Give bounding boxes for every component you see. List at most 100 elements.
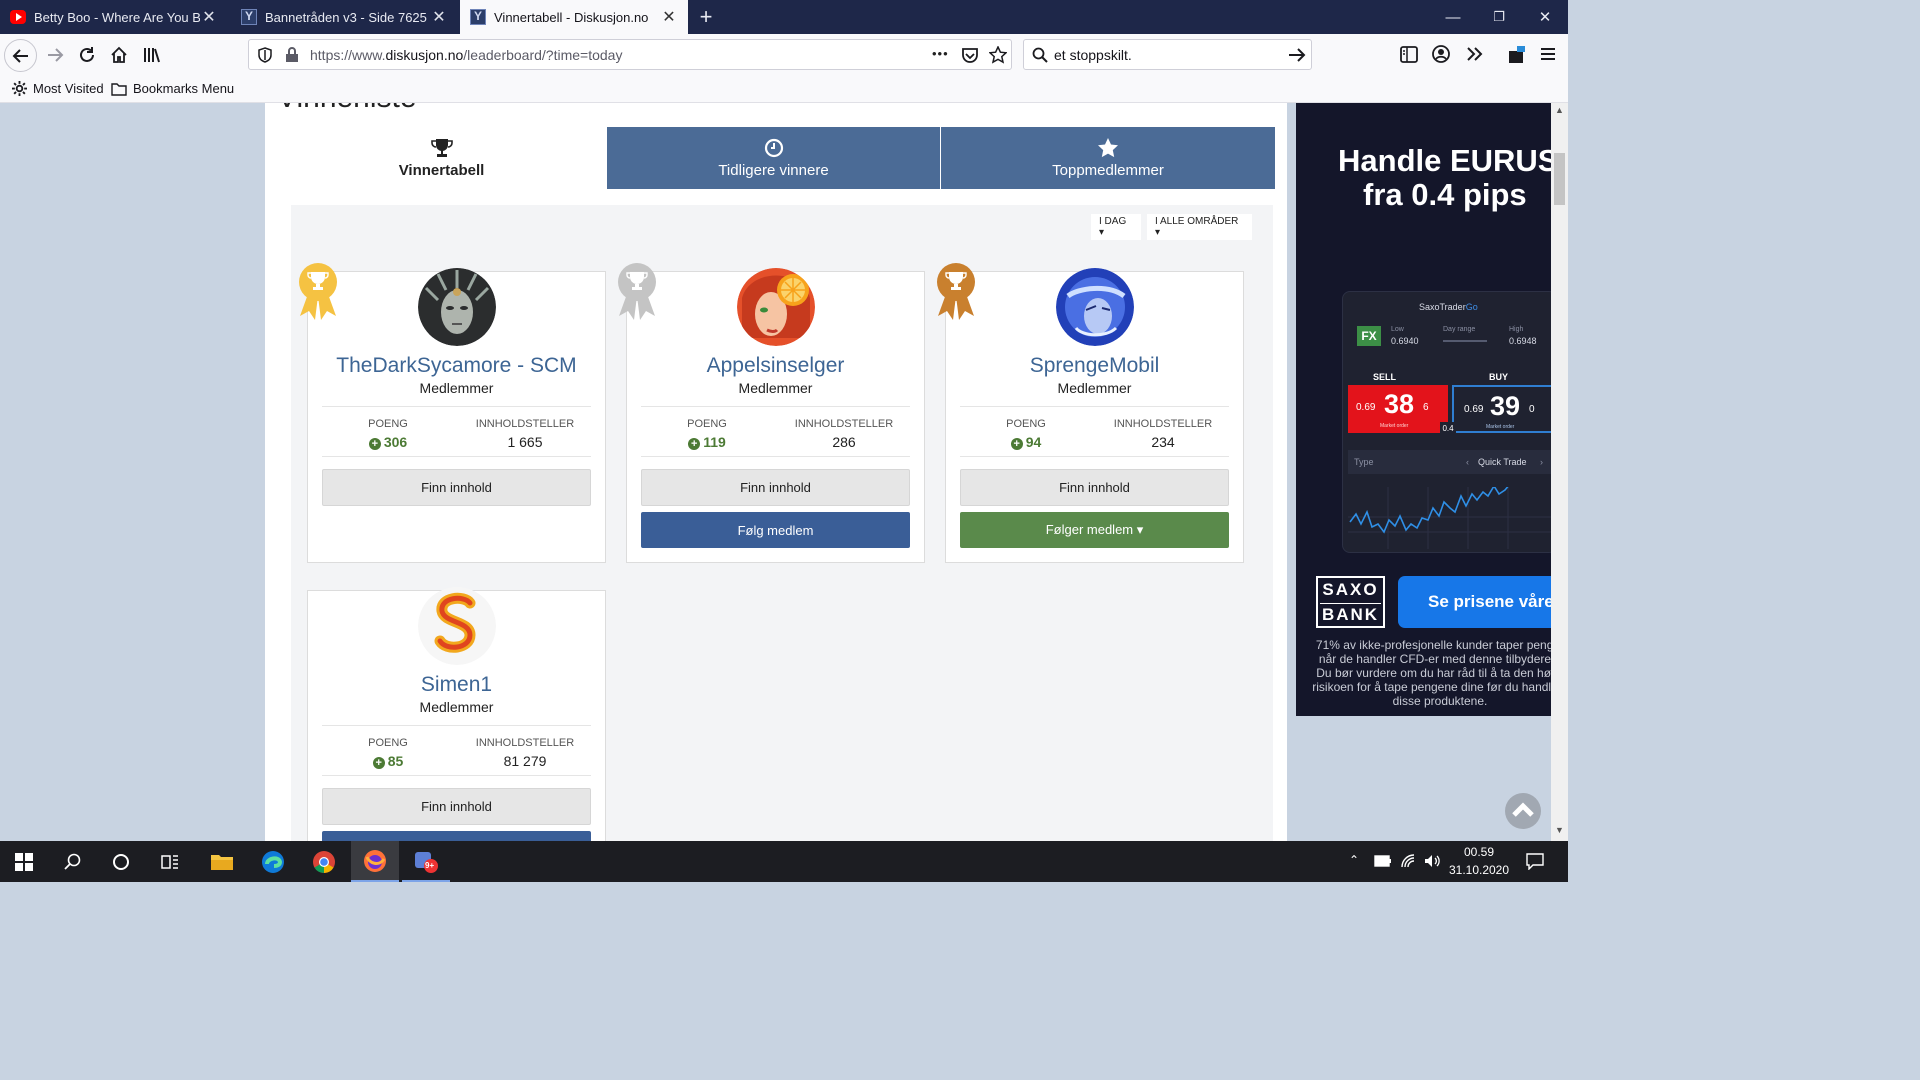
page-actions-button[interactable]: •••: [932, 46, 949, 61]
battery-icon[interactable]: [1374, 855, 1392, 867]
bookmark-star-icon[interactable]: [989, 46, 1007, 64]
page-scrollbar[interactable]: ▲ ▼: [1551, 103, 1568, 841]
bookmark-label: Bookmarks Menu: [133, 81, 235, 96]
avatar[interactable]: [1056, 268, 1134, 346]
browser-tab-3-active[interactable]: Vinnertabell - Diskusjon.no ✕: [460, 0, 688, 34]
minimize-button[interactable]: —: [1430, 0, 1476, 34]
edge-button[interactable]: [249, 841, 297, 882]
extension-gift-icon[interactable]: [1507, 45, 1527, 65]
tab-close-icon[interactable]: ✕: [430, 7, 448, 27]
find-content-button[interactable]: Finn innhold: [322, 788, 591, 825]
close-window-button[interactable]: ✕: [1522, 0, 1568, 34]
avatar[interactable]: [418, 268, 496, 346]
member-name-link[interactable]: SprengeMobil: [946, 354, 1243, 378]
follow-member-button-partial[interactable]: [322, 831, 591, 841]
ad-type-label: Type: [1354, 457, 1374, 467]
scroll-thumb[interactable]: [1554, 153, 1565, 205]
member-card-rank-2: Appelsinselger Medlemmer POENG INNHOLDST…: [618, 263, 925, 563]
scroll-down-arrow-icon[interactable]: ▼: [1553, 825, 1566, 839]
points-value: +85: [318, 753, 458, 769]
firefox-icon: [364, 849, 386, 872]
follow-member-button[interactable]: Følg medlem: [641, 512, 910, 548]
library-button[interactable]: [137, 40, 167, 70]
arrow-right-icon: [48, 48, 64, 62]
pocket-icon[interactable]: [961, 47, 979, 64]
tab-tidligere-vinnere[interactable]: Tidligere vinnere: [607, 127, 940, 189]
volume-icon[interactable]: [1423, 853, 1441, 869]
area-filter-dropdown[interactable]: I ALLE OMRÅDER ▾: [1147, 214, 1252, 240]
star-icon: [1098, 137, 1118, 157]
tab-toppmedlemmer[interactable]: Toppmedlemmer: [941, 127, 1275, 189]
start-button[interactable]: [0, 841, 48, 882]
browser-tab-2[interactable]: Bannetråden v3 - Side 7625 - Lu ✕: [231, 0, 458, 34]
bookmark-menu[interactable]: Bookmarks Menu: [111, 81, 234, 96]
search-go-icon[interactable]: [1288, 47, 1306, 63]
find-content-button[interactable]: Finn innhold: [960, 469, 1229, 506]
find-content-button[interactable]: Finn innhold: [641, 469, 910, 506]
back-button[interactable]: [4, 39, 37, 72]
ad-low-label: Low: [1391, 326, 1404, 333]
saxo-bank-advertisement[interactable]: Handle EURUSD fra 0.4 pips SaxoTraderGo …: [1296, 103, 1551, 716]
lock-icon[interactable]: [285, 47, 299, 63]
overflow-chevrons-icon[interactable]: [1466, 46, 1483, 62]
reload-button[interactable]: [72, 40, 102, 70]
cortana-circle-icon: [113, 853, 129, 870]
ad-cta-button[interactable]: Se prisene våre: [1398, 576, 1551, 628]
avatar[interactable]: [418, 587, 496, 665]
avatar[interactable]: [737, 268, 815, 346]
points-number: 306: [383, 434, 408, 450]
divider: [641, 456, 910, 457]
tab-vinnertabell[interactable]: Vinnertabell: [276, 127, 607, 189]
taskbar-search-button[interactable]: [48, 841, 96, 882]
ad-disclaimer: 71% av ikke-profesjonelle kunder taper p…: [1312, 638, 1551, 708]
maximize-button[interactable]: ❐: [1476, 0, 1522, 34]
task-view-button[interactable]: [146, 841, 194, 882]
member-name-link[interactable]: TheDarkSycamore - SCM: [308, 354, 605, 378]
member-name-link[interactable]: Appelsinselger: [627, 354, 924, 378]
url-bar[interactable]: https://www.diskusjon.no/leaderboard/?ti…: [248, 39, 1012, 70]
content-count-label: INNHOLDSTELLER: [1113, 418, 1213, 430]
bookmark-most-visited[interactable]: Most Visited: [12, 81, 104, 96]
ad-app-name: SaxoTraderGo: [1419, 302, 1478, 312]
content-count-value: 234: [1151, 434, 1175, 450]
hamburger-menu-icon[interactable]: [1540, 47, 1556, 61]
tray-chevron-up-icon[interactable]: ⌃: [1349, 853, 1359, 867]
firefox-button[interactable]: [351, 841, 399, 882]
navigation-toolbar: https://www.diskusjon.no/leaderboard/?ti…: [0, 34, 1568, 76]
tab-title: Betty Boo - Where Are You Baby: [34, 9, 200, 25]
windows-logo-icon: [15, 852, 33, 871]
points-label: POENG: [368, 418, 408, 430]
clock-date[interactable]: 31.10.2020: [1448, 863, 1510, 877]
url-path: /leaderboard/?time=today: [463, 47, 623, 63]
scroll-up-arrow-icon[interactable]: ▲: [1553, 105, 1566, 119]
tab-close-icon[interactable]: ✕: [660, 7, 678, 27]
chrome-button[interactable]: [300, 841, 348, 882]
points-number: 85: [387, 753, 404, 769]
notification-app-button[interactable]: 9+: [402, 841, 450, 882]
tab-close-icon[interactable]: ✕: [200, 7, 218, 27]
home-button[interactable]: [104, 40, 134, 70]
search-bar[interactable]: et stoppskilt.: [1023, 39, 1312, 70]
member-name-link[interactable]: Simen1: [308, 673, 605, 697]
scroll-to-top-icon[interactable]: [1504, 792, 1542, 830]
wifi-icon[interactable]: [1400, 853, 1416, 869]
ad-headline-1: Handle EURUSD: [1338, 143, 1551, 178]
time-filter-dropdown[interactable]: I DAG ▾: [1091, 214, 1141, 240]
tracking-shield-icon[interactable]: [257, 47, 273, 63]
bronze-award-ribbon-icon: [937, 263, 975, 320]
account-icon[interactable]: [1432, 45, 1450, 63]
points-label: POENG: [687, 418, 727, 430]
tab-title: Bannetråden v3 - Side 7625 - Lu: [265, 9, 430, 25]
new-tab-button[interactable]: +: [692, 0, 720, 34]
diskusjon-favicon: [470, 9, 486, 25]
divider: [322, 406, 591, 407]
forward-button[interactable]: [40, 40, 70, 70]
clock-time[interactable]: 00.59: [1450, 845, 1508, 859]
action-center-icon[interactable]: [1526, 853, 1544, 870]
cortana-button[interactable]: [97, 841, 145, 882]
reader-sidebar-icon[interactable]: [1400, 46, 1418, 63]
find-content-button[interactable]: Finn innhold: [322, 469, 591, 506]
following-member-dropdown-button[interactable]: Følger medlem ▾: [960, 512, 1229, 548]
file-explorer-button[interactable]: [198, 841, 246, 882]
browser-tab-1[interactable]: Betty Boo - Where Are You Baby ✕: [0, 0, 228, 34]
